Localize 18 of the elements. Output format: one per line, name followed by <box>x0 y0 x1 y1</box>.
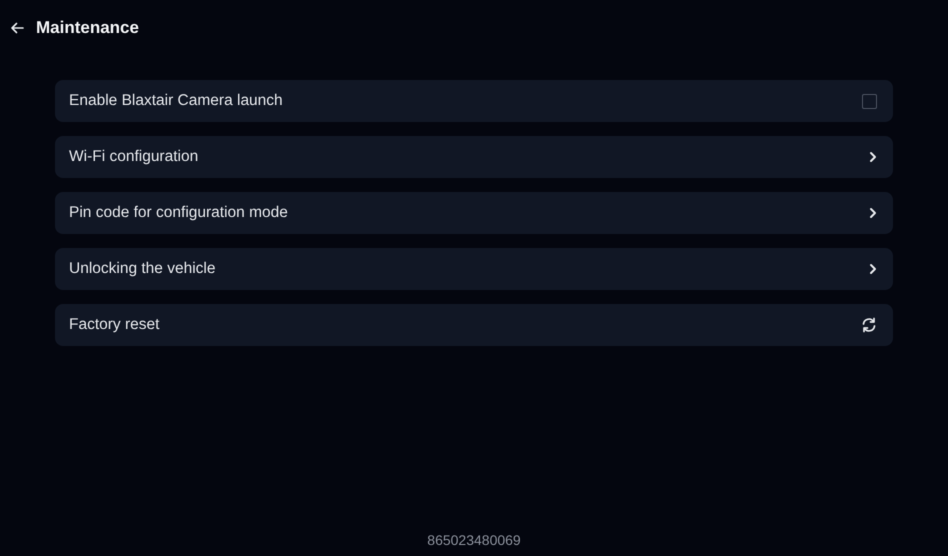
settings-row[interactable]: Factory reset <box>55 304 893 346</box>
settings-row[interactable]: Enable Blaxtair Camera launch <box>55 80 893 122</box>
row-label: Wi-Fi configuration <box>69 148 198 166</box>
settings-row[interactable]: Pin code for configuration mode <box>55 192 893 234</box>
row-label: Pin code for configuration mode <box>69 204 288 222</box>
chevron-right-icon <box>869 151 877 163</box>
row-label: Factory reset <box>69 316 160 334</box>
page-title: Maintenance <box>36 18 139 38</box>
chevron-right-icon <box>869 263 877 275</box>
back-arrow-icon <box>10 22 24 34</box>
checkbox[interactable] <box>862 94 877 108</box>
settings-row[interactable]: Unlocking the vehicle <box>55 248 893 290</box>
row-label: Unlocking the vehicle <box>69 260 216 278</box>
settings-row[interactable]: Wi-Fi configuration <box>55 136 893 178</box>
row-label: Enable Blaxtair Camera launch <box>69 92 283 110</box>
refresh-icon <box>861 317 877 333</box>
serial-number: 865023480069 <box>427 532 521 548</box>
chevron-right-icon <box>869 207 877 219</box>
